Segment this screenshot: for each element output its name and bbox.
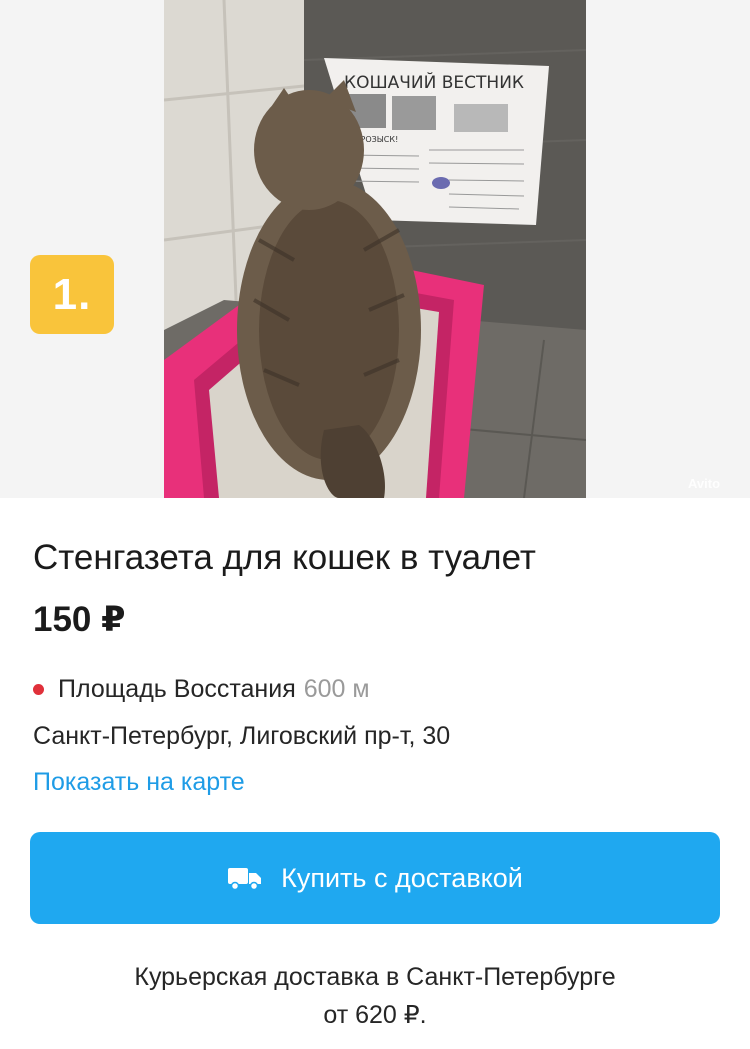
listing-photo-area[interactable]: 1. КОШАЧИЙ ВЕСТНИК МЕ РОЗЫСК! Avito	[0, 0, 750, 498]
delivery-note-line1: Курьерская доставка в Санкт-Петербурге	[134, 963, 616, 991]
cat-photo-illustration: КОШАЧИЙ ВЕСТНИК МЕ РОЗЫСК!	[164, 0, 586, 498]
listing-address: Санкт-Петербург, Лиговский пр-т, 30	[33, 722, 451, 750]
metro-station: Площадь Восстания	[58, 675, 296, 703]
metro-info: Площадь Восстания 600 м	[33, 675, 370, 704]
delivery-note-line2: от 620 ₽.	[323, 1001, 427, 1029]
show-on-map-link[interactable]: Показать на карте	[33, 768, 245, 797]
metro-line-icon	[33, 684, 44, 695]
rank-badge: 1.	[30, 255, 114, 334]
poster-title: КОШАЧИЙ ВЕСТНИК	[344, 71, 524, 93]
listing-photo[interactable]: КОШАЧИЙ ВЕСТНИК МЕ РОЗЫСК! Avito	[164, 0, 720, 498]
avito-watermark: Avito	[688, 476, 721, 491]
buy-with-delivery-button[interactable]: Купить с доставкой	[30, 832, 720, 924]
delivery-note: Курьерская доставка в Санкт-Петербурге о…	[0, 958, 750, 1034]
metro-distance: 600 м	[303, 675, 370, 703]
buy-button-label: Купить с доставкой	[281, 862, 523, 893]
listing-price: 150 ₽	[33, 600, 126, 639]
rank-badge-label: 1.	[52, 269, 92, 319]
delivery-truck-icon	[227, 866, 263, 890]
listing-title: Стенгазета для кошек в туалет	[33, 538, 536, 577]
